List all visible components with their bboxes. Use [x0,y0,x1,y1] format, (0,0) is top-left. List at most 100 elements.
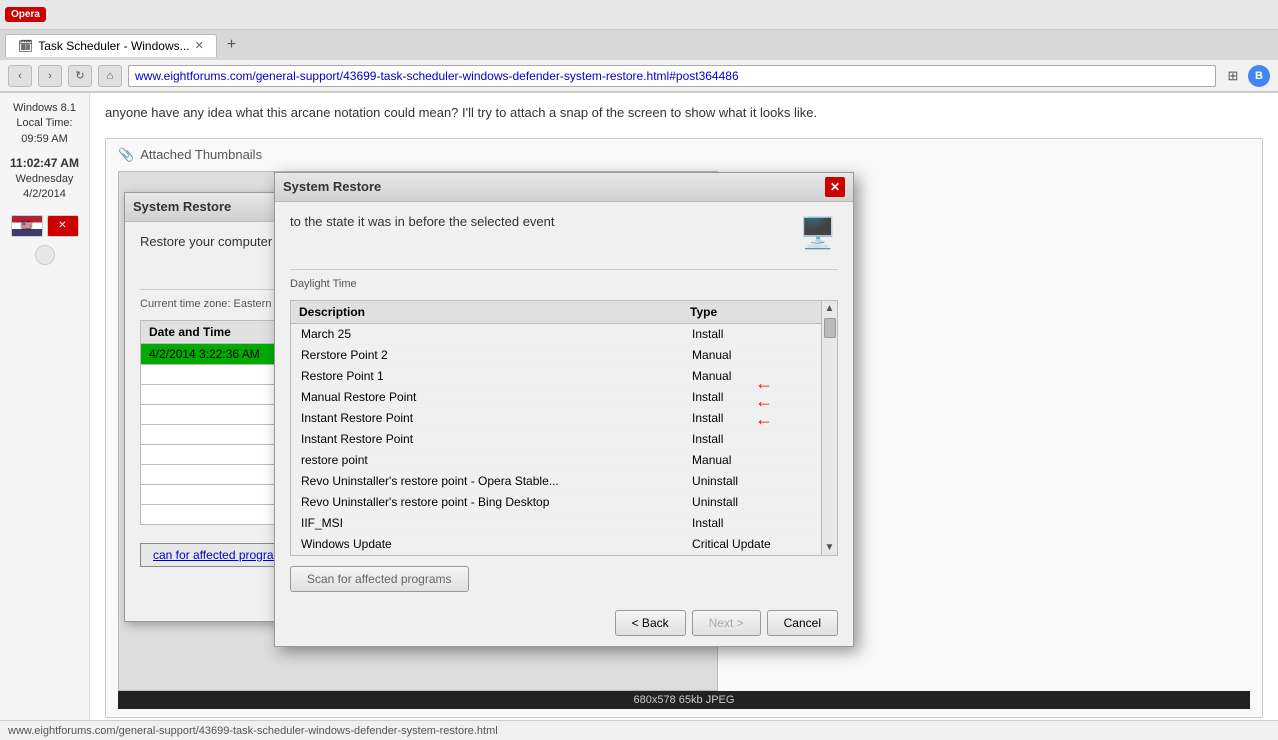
thumbnails-header: 📎 Attached Thumbnails [118,147,1250,163]
clock-time: 11:02:47 AM [10,155,79,172]
browser-tab[interactable]: 🗓 Task Scheduler - Windows... ✕ [5,34,217,57]
row-type-6: Manual [682,449,821,470]
scroll-down-arrow[interactable]: ▼ [823,540,837,555]
status-url: www.eightforums.com/general-support/4369… [8,725,498,737]
sidebar-info: Windows 8.1 Local Time: 09:59 AM [13,101,76,147]
browser-body: Windows 8.1 Local Time: 09:59 AM 11:02:4… [0,93,1278,720]
status-bar: www.eightforums.com/general-support/4369… [0,720,1278,740]
row-type-3: Install [682,386,821,407]
opera-logo: Opera [5,7,46,22]
row-desc-5: Instant Restore Point [291,428,682,449]
sidebar-local-time-label: Local Time: [13,116,76,131]
table-row[interactable]: IIF_MSIInstall [291,512,821,533]
tab-bar: 🗓 Task Scheduler - Windows... ✕ + [0,30,1278,60]
thumbnails-title: Attached Thumbnails [140,147,262,162]
table-row[interactable]: Instant Restore PointInstall [291,428,821,449]
page-text: anyone have any idea what this arcane no… [105,103,1263,123]
sidebar: Windows 8.1 Local Time: 09:59 AM 11:02:4… [0,93,90,720]
large-table-content: Description Type March 25InstallRerstore… [291,301,821,555]
back-button-large[interactable]: < Back [615,610,686,636]
restore-icon-large: 🖥️ [799,216,836,251]
system-restore-dialog-large: System Restore ✕ to the state it was in … [274,172,854,647]
row-type-10: Critical Update [682,533,821,554]
table-scrollbar[interactable]: ▲ ▼ [821,301,837,555]
tab-close-button[interactable]: ✕ [195,39,204,52]
address-bar[interactable] [128,65,1216,87]
flag-container: 🇺🇸 ✕ [11,215,79,237]
clock-date: 4/2/2014 [10,187,79,202]
row-type-2: Manual [682,365,821,386]
attachment-icon: 📎 [118,147,134,163]
forward-button[interactable]: › [38,65,62,87]
image-container: System Restore ✕ Restore your computer t… [118,171,718,691]
large-col-type: Type [682,301,821,324]
table-row[interactable]: restore pointManual [291,449,821,470]
back-button[interactable]: ‹ [8,65,32,87]
nav-icons: ⊞ B [1222,65,1270,87]
row-desc-7: Revo Uninstaller's restore point - Opera… [291,470,682,491]
small-dialog-title: System Restore [133,199,231,214]
red-flag: ✕ [47,215,79,237]
table-row[interactable]: Revo Uninstaller's restore point - Opera… [291,470,821,491]
row-desc-2: Restore Point 1 [291,365,682,386]
scroll-thumb[interactable] [824,318,836,338]
large-timezone-text: Daylight Time [290,269,838,290]
next-button-large[interactable]: Next > [692,610,761,636]
large-dialog-title-bar: System Restore ✕ [275,173,853,202]
main-content: anyone have any idea what this arcane no… [90,93,1278,720]
sidebar-circle [35,245,55,265]
table-row[interactable]: Rerstore Point 2Manual [291,344,821,365]
us-flag: 🇺🇸 [11,215,43,237]
row-desc-3: Manual Restore Point [291,386,682,407]
table-row[interactable]: Revo Uninstaller's restore point - Bing … [291,491,821,512]
table-row[interactable]: Manual Restore PointInstall [291,386,821,407]
row-type-4: Install [682,407,821,428]
large-dialog-footer: Scan for affected programs [290,566,838,592]
row-desc-0: March 25 [291,323,682,344]
row-type-5: Install [682,428,821,449]
large-dialog-body: to the state it was in before the select… [275,202,853,604]
title-bar: Opera [0,0,1278,30]
refresh-button[interactable]: ↻ [68,65,92,87]
table-row[interactable]: March 25Install [291,323,821,344]
large-dialog-close-button[interactable]: ✕ [825,177,845,197]
row-type-9: Install [682,512,821,533]
large-dialog-button-row: < Back Next > Cancel [275,604,853,646]
row-desc-8: Revo Uninstaller's restore point - Bing … [291,491,682,512]
cancel-button-large[interactable]: Cancel [767,610,838,636]
table-row[interactable]: Restore Point 1Manual [291,365,821,386]
large-dialog-header-text: to the state it was in before the select… [290,214,788,229]
nav-bar: ‹ › ↻ ⌂ ⊞ B [0,60,1278,92]
title-bar-left: Opera [5,7,46,22]
row-type-0: Install [682,323,821,344]
row-desc-6: restore point [291,449,682,470]
large-restore-table: Description Type March 25InstallRerstore… [291,301,821,555]
row-desc-10: Windows Update [291,533,682,554]
scroll-up-arrow[interactable]: ▲ [823,301,837,316]
browser-chrome: Opera 🗓 Task Scheduler - Windows... ✕ + … [0,0,1278,93]
scan-affected-button-large[interactable]: Scan for affected programs [290,566,469,592]
clock-display: 11:02:47 AM Wednesday 4/2/2014 [10,155,79,203]
table-row[interactable]: Windows UpdateCritical Update [291,533,821,554]
red-arrow-3: ← [755,409,773,430]
large-col-desc: Description [291,301,682,324]
row-desc-1: Rerstore Point 2 [291,344,682,365]
row-desc-9: IIF_MSI [291,512,682,533]
table-row[interactable]: Instant Restore PointInstall [291,407,821,428]
row-desc-4: Instant Restore Point [291,407,682,428]
sidebar-os: Windows 8.1 [13,101,76,116]
sidebar-local-time: 09:59 AM [13,132,76,147]
user-icon[interactable]: B [1248,65,1270,87]
large-dialog-title: System Restore [283,179,381,194]
new-tab-button[interactable]: + [219,32,244,58]
extensions-icon[interactable]: ⊞ [1222,65,1244,87]
row-type-8: Uninstall [682,491,821,512]
row-type-1: Manual [682,344,821,365]
image-caption: 680x578 65kb JPEG [118,691,1250,709]
home-button[interactable]: ⌂ [98,65,122,87]
tab-title: Task Scheduler - Windows... [38,39,189,53]
tab-favicon: 🗓 [18,39,33,53]
row-type-7: Uninstall [682,470,821,491]
large-dialog-header: to the state it was in before the select… [290,214,838,254]
thumbnails-section: 📎 Attached Thumbnails System Restore ✕ R… [105,138,1263,718]
